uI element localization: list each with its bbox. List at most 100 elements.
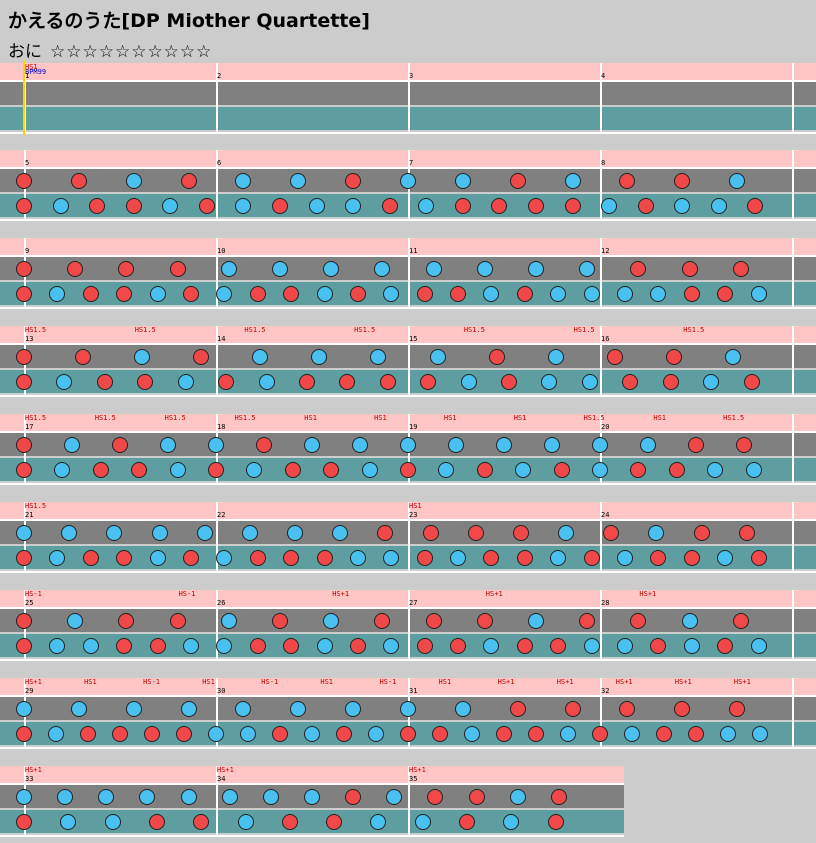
scroll-command: HS1	[443, 414, 457, 422]
scroll-command: HS1.5	[25, 414, 47, 422]
bar-number: 33	[25, 775, 34, 783]
scroll-command: HS+1	[217, 766, 234, 774]
ka-note	[681, 613, 698, 629]
ka-note	[592, 437, 608, 453]
don-note	[450, 286, 467, 302]
don-note	[476, 462, 493, 478]
barline	[792, 63, 794, 133]
don-note	[656, 726, 672, 742]
don-note	[182, 286, 199, 302]
scroll-command: HS1.5	[683, 326, 705, 334]
scroll-command: HS1	[409, 502, 422, 510]
don-note	[637, 198, 654, 214]
ka-note	[16, 701, 32, 717]
don-note	[149, 638, 166, 654]
ka-note	[349, 550, 366, 566]
don-note	[298, 374, 315, 390]
scroll-command: HS1.5	[25, 326, 47, 334]
don-note	[169, 613, 186, 629]
don-note	[688, 437, 704, 453]
chart-row: 9 10 11 12	[0, 235, 816, 315]
ka-note	[640, 437, 656, 453]
ka-note	[169, 462, 186, 478]
don-note	[349, 286, 366, 302]
ka-note	[750, 286, 767, 302]
don-note	[16, 374, 32, 390]
ka-note	[361, 462, 378, 478]
bar-number: 6	[217, 159, 222, 167]
barline	[792, 678, 794, 748]
measure-header-band	[0, 766, 624, 783]
chart-row: 5 6 7 8	[0, 147, 816, 227]
ka-note	[220, 261, 237, 277]
song-title: かえるのうた[DP Miother Quartette]	[8, 10, 370, 32]
bar-number: 22	[217, 511, 226, 519]
don-note	[16, 638, 32, 654]
don-note	[450, 638, 467, 654]
don-note	[693, 525, 710, 541]
bar-number: 15	[409, 335, 418, 343]
bar-number: 8	[601, 159, 606, 167]
ka-note	[560, 726, 576, 742]
scroll-command: HS1.5	[354, 326, 376, 334]
scroll-command: HS-1	[261, 678, 279, 686]
don-note	[496, 726, 512, 742]
don-note	[528, 726, 544, 742]
don-note	[681, 261, 698, 277]
bar-number: 35	[409, 775, 418, 783]
scroll-command: HS+1	[409, 766, 426, 774]
bar-number: 24	[601, 511, 610, 519]
bar-number: 4	[601, 72, 606, 80]
don-note	[272, 726, 288, 742]
don-note	[668, 462, 685, 478]
bar-number: 34	[217, 775, 226, 783]
ka-note	[583, 286, 600, 302]
bar-number: 29	[25, 687, 34, 695]
ka-note	[496, 437, 512, 453]
ka-note	[429, 349, 446, 365]
don-note	[732, 261, 749, 277]
don-note	[425, 613, 442, 629]
don-note	[349, 638, 366, 654]
ka-note	[304, 789, 320, 805]
don-note	[467, 525, 484, 541]
ka-note	[464, 726, 480, 742]
don-note	[381, 198, 398, 214]
ka-note	[352, 437, 368, 453]
don-note	[80, 726, 96, 742]
ka-note	[414, 814, 431, 830]
scroll-command: HS+1	[25, 678, 42, 686]
ka-note	[208, 437, 224, 453]
scroll-command: HS-1	[379, 678, 397, 686]
ka-note	[304, 726, 320, 742]
don-note	[606, 349, 623, 365]
don-note	[218, 374, 235, 390]
chart-row: 13 14 15 16 HS1.5 HS1.5 HS1.5 HS1.5 HS1.5 HS1.5 HS…	[0, 323, 816, 403]
don-note	[550, 789, 567, 805]
don-note	[509, 173, 526, 189]
chart-row: 33 34 35 HS+1 HS+1 HS+1	[0, 763, 624, 843]
don-note	[516, 638, 533, 654]
don-note	[16, 198, 32, 214]
ka-note	[617, 638, 634, 654]
don-note	[16, 550, 32, 566]
bar-number: 20	[601, 423, 610, 431]
bar-number: 18	[217, 423, 226, 431]
bar-number: 16	[601, 335, 610, 343]
don-note	[422, 525, 439, 541]
don-note	[400, 726, 416, 742]
don-note	[379, 374, 396, 390]
difficulty-label: おに	[8, 42, 42, 62]
don-note	[553, 462, 570, 478]
bar-number: 2	[217, 72, 222, 80]
don-note	[468, 789, 485, 805]
barline	[792, 414, 794, 484]
don-note	[16, 613, 32, 629]
don-note	[743, 374, 760, 390]
don-note	[176, 726, 192, 742]
ka-note	[149, 550, 166, 566]
don-note	[509, 701, 526, 717]
ka-note	[272, 261, 288, 277]
don-note	[16, 726, 32, 742]
bar-number: 10	[217, 247, 226, 255]
